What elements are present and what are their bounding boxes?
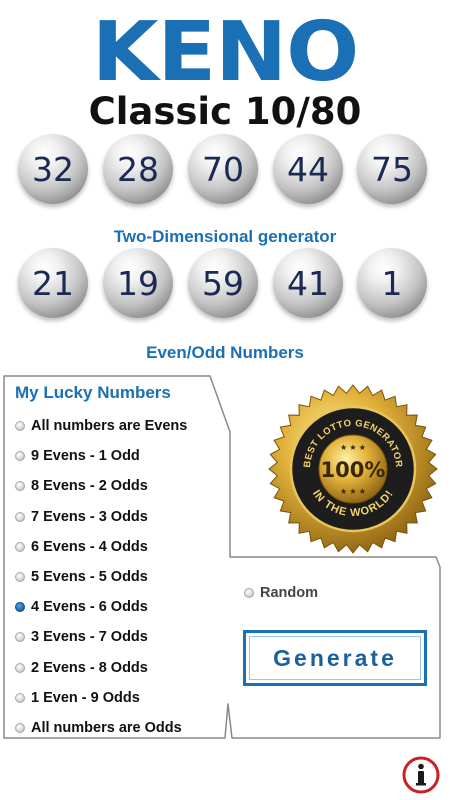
radio-icon[interactable]: [15, 572, 25, 583]
lotto-ball: 75: [357, 134, 427, 204]
lotto-ball: 28: [103, 134, 173, 204]
radio-icon[interactable]: [15, 662, 25, 673]
lotto-ball: 44: [273, 134, 343, 204]
option-all-odds[interactable]: All numbers are Odds: [15, 713, 235, 743]
info-icon[interactable]: [402, 756, 440, 794]
option-5-evens-5-odds[interactable]: 5 Evens - 5 Odds: [15, 562, 235, 592]
app-logo: KENO: [91, 5, 360, 100]
radio-icon[interactable]: [15, 632, 25, 643]
radio-icon[interactable]: [244, 588, 254, 598]
section-label-even-odd: Even/Odd Numbers: [146, 343, 304, 362]
section-label-two-dimensional: Two-Dimensional generator: [113, 227, 337, 246]
even-odd-options: All numbers are Evens 9 Evens - 1 Odd 8 …: [15, 411, 235, 743]
lotto-ball: 21: [18, 248, 88, 318]
radio-icon[interactable]: [15, 451, 25, 462]
badge-center-text: 100%: [321, 458, 386, 482]
option-9-evens-1-odd[interactable]: 9 Evens - 1 Odd: [15, 441, 235, 471]
option-label: All numbers are Odds: [31, 719, 182, 736]
ball-row-primary: 32 28 70 44 75: [0, 134, 450, 206]
ball-row-two-dimensional: 21 19 59 41 1: [0, 248, 450, 320]
option-random[interactable]: Random: [244, 585, 318, 601]
gold-seal-badge: BEST LOTTO GENERATOR IN THE WORLD! 100% …: [268, 384, 438, 554]
radio-icon[interactable]: [15, 541, 25, 552]
option-label: 5 Evens - 5 Odds: [31, 569, 148, 586]
option-6-evens-4-odds[interactable]: 6 Evens - 4 Odds: [15, 532, 235, 562]
radio-icon[interactable]: [15, 692, 25, 703]
radio-selected-icon[interactable]: [15, 602, 25, 613]
option-label: 1 Even - 9 Odds: [31, 689, 140, 706]
option-label: 3 Evens - 7 Odds: [31, 629, 148, 646]
option-label: 7 Evens - 3 Odds: [31, 508, 148, 525]
lotto-ball: 70: [188, 134, 258, 204]
option-1-even-9-odds[interactable]: 1 Even - 9 Odds: [15, 683, 235, 713]
generate-button[interactable]: Generate: [243, 630, 427, 686]
lotto-ball: 19: [103, 248, 173, 318]
random-label: Random: [260, 585, 318, 601]
star-icon: ★ ★ ★: [340, 443, 366, 452]
lotto-ball: 32: [18, 134, 88, 204]
option-3-evens-7-odds[interactable]: 3 Evens - 7 Odds: [15, 622, 235, 652]
radio-icon[interactable]: [15, 722, 25, 733]
option-label: 2 Evens - 8 Odds: [31, 659, 148, 676]
lotto-ball: 41: [273, 248, 343, 318]
generate-button-label: Generate: [249, 636, 421, 680]
radio-icon[interactable]: [15, 421, 25, 432]
option-8-evens-2-odds[interactable]: 8 Evens - 2 Odds: [15, 471, 235, 501]
option-label: 8 Evens - 2 Odds: [31, 478, 148, 495]
option-label: 4 Evens - 6 Odds: [31, 599, 148, 616]
option-4-evens-6-odds[interactable]: 4 Evens - 6 Odds: [15, 592, 235, 622]
lotto-ball: 1: [357, 248, 427, 318]
option-label: 6 Evens - 4 Odds: [31, 538, 148, 555]
option-label: All numbers are Evens: [31, 418, 188, 435]
option-label: 9 Evens - 1 Odd: [31, 448, 140, 465]
star-icon: ★ ★ ★: [340, 487, 366, 496]
lucky-numbers-title: My Lucky Numbers: [15, 383, 171, 402]
lotto-ball: 59: [188, 248, 258, 318]
radio-icon[interactable]: [15, 511, 25, 522]
option-7-evens-3-odds[interactable]: 7 Evens - 3 Odds: [15, 502, 235, 532]
option-2-evens-8-odds[interactable]: 2 Evens - 8 Odds: [15, 653, 235, 683]
option-all-evens[interactable]: All numbers are Evens: [15, 411, 235, 441]
radio-icon[interactable]: [15, 481, 25, 492]
game-subtitle: Classic 10/80: [88, 90, 362, 133]
